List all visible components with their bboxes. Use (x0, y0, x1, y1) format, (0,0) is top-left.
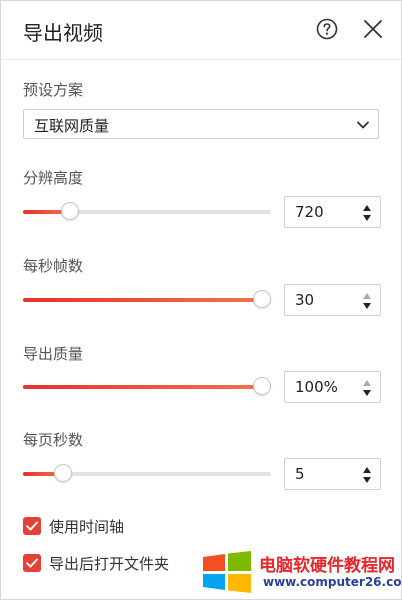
fps-slider-fill (23, 298, 262, 302)
use-timeline-label: 使用时间轴 (49, 518, 125, 536)
checkbox-checked-icon[interactable] (23, 554, 41, 572)
open-folder-label: 导出后打开文件夹 (49, 555, 170, 573)
help-icon[interactable] (316, 18, 338, 40)
seconds-per-page-stepper[interactable] (284, 458, 381, 490)
preset-select[interactable]: 互联网质量 (23, 109, 379, 139)
fps-stepper[interactable] (284, 284, 381, 316)
windows-logo-icon (203, 551, 251, 593)
fps-label: 每秒帧数 (23, 257, 84, 275)
quality-slider-fill (23, 385, 262, 389)
quality-slider[interactable] (23, 377, 271, 395)
quality-label: 导出质量 (23, 345, 84, 363)
export-video-dialog: 导出视频 预设方案 互联网质量 分辨高度 每秒帧数 (0, 0, 402, 600)
arrow-down-icon[interactable] (362, 476, 372, 485)
fps-input[interactable] (295, 291, 351, 309)
dialog-title: 导出视频 (23, 21, 103, 45)
resolution-stepper[interactable] (284, 196, 381, 228)
close-icon[interactable] (362, 18, 384, 40)
seconds-per-page-input[interactable] (295, 465, 351, 483)
preset-selected-value: 互联网质量 (34, 117, 110, 135)
fps-slider-thumb[interactable] (253, 290, 271, 308)
arrow-up-icon[interactable] (362, 465, 372, 474)
resolution-input[interactable] (295, 203, 351, 221)
watermark-text: 电脑软硬件教程网 (259, 556, 395, 576)
watermark-url: www.computer26.com (263, 575, 402, 589)
arrow-down-icon[interactable] (362, 302, 372, 311)
site-watermark: 电脑软硬件教程网 www.computer26.com (197, 547, 402, 597)
resolution-slider-thumb[interactable] (61, 202, 80, 220)
seconds-per-page-label: 每页秒数 (23, 431, 84, 449)
arrow-down-icon[interactable] (362, 214, 372, 223)
seconds-per-page-slider-thumb[interactable] (53, 464, 72, 482)
seconds-per-page-slider[interactable] (23, 464, 271, 482)
arrow-up-icon[interactable] (362, 203, 372, 212)
arrow-down-icon[interactable] (362, 389, 372, 398)
quality-stepper[interactable] (284, 371, 381, 403)
checkbox-checked-icon[interactable] (23, 517, 41, 535)
resolution-slider[interactable] (23, 202, 271, 220)
quality-slider-thumb[interactable] (253, 377, 271, 395)
resolution-label: 分辨高度 (23, 169, 84, 187)
dialog-titlebar: 导出视频 (1, 1, 401, 60)
preset-label: 预设方案 (23, 81, 84, 99)
arrow-up-icon[interactable] (362, 378, 372, 387)
chevron-down-icon (357, 121, 369, 129)
fps-slider[interactable] (23, 290, 271, 308)
arrow-up-icon[interactable] (362, 291, 372, 300)
quality-input[interactable] (295, 378, 351, 396)
